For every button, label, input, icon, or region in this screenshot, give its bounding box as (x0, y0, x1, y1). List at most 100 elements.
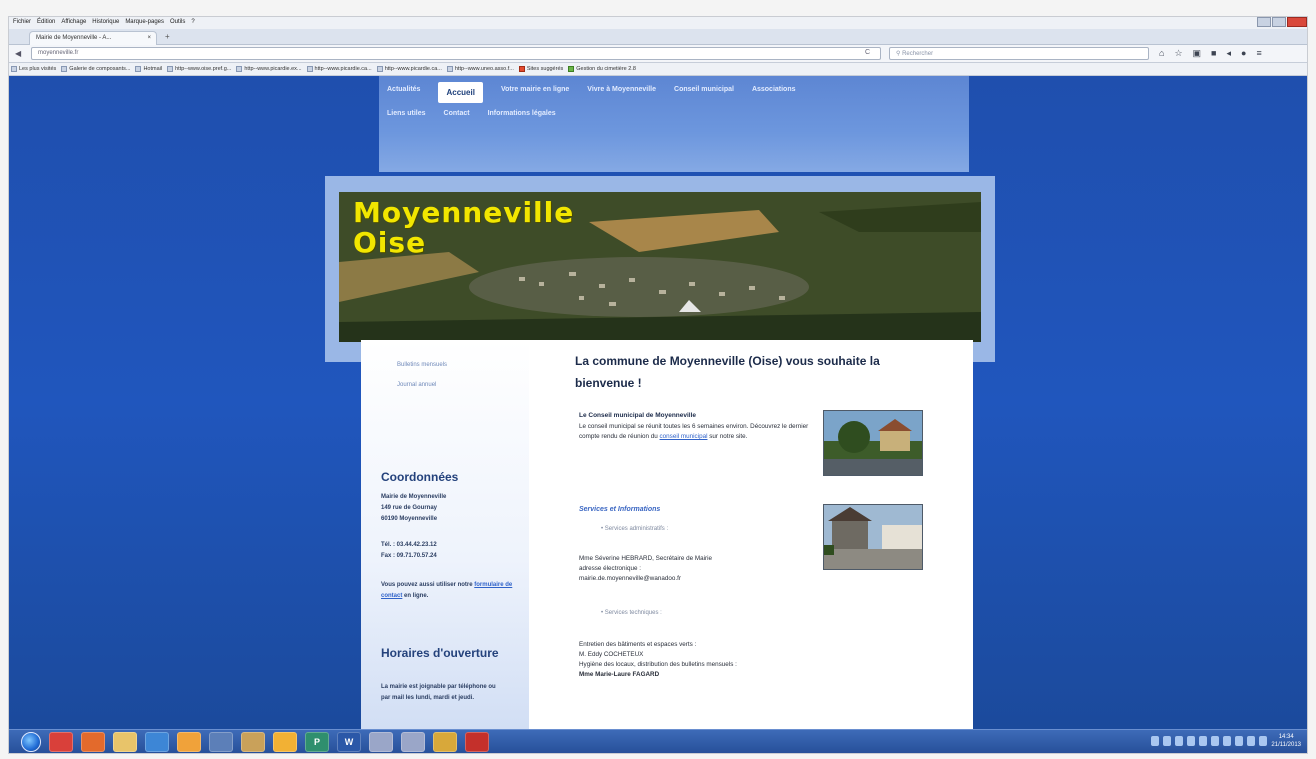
bookmark-label: Galerie de composants... (69, 66, 131, 72)
ie-icon[interactable] (145, 732, 169, 752)
bookmark-item[interactable]: Sites suggérés (518, 66, 563, 72)
bookmark-item[interactable]: http--www.oise.pref.g... (167, 66, 231, 72)
app-icon[interactable] (433, 732, 457, 752)
folder-icon[interactable] (113, 732, 137, 752)
chat-icon[interactable]: ● (1241, 48, 1246, 59)
calc-icon[interactable] (209, 732, 233, 752)
tray-icon[interactable] (1247, 736, 1255, 746)
sidebar-link-bulletins[interactable]: Bulletins mensuels (397, 362, 447, 368)
tray-icon[interactable] (1151, 736, 1159, 746)
disc-icon[interactable] (369, 732, 393, 752)
bookmark-label: http--www.picardie.ca... (384, 66, 442, 72)
suggested-sites-icon (518, 66, 525, 72)
bookmark-label: http--www.picardie.ca... (314, 66, 372, 72)
system-clock[interactable]: 14:34 21/11/2013 (1271, 733, 1301, 749)
bookmark-label: http--www.oise.pref.g... (175, 66, 232, 72)
publisher-icon[interactable]: P (305, 732, 329, 752)
tray-icon[interactable] (1187, 736, 1195, 746)
nav-contact[interactable]: Contact (444, 110, 470, 117)
bookmark-page-icon (376, 66, 383, 72)
back-arrow-icon[interactable]: ◀ (15, 49, 21, 58)
firefox-icon[interactable] (81, 732, 105, 752)
tray-icon[interactable] (1211, 736, 1219, 746)
menu-fichier[interactable]: Fichier (13, 19, 31, 27)
technical-staff-info: Entretien des bâtiments et espaces verts… (579, 640, 879, 680)
sidebar-link-journal[interactable]: Journal annuel (397, 382, 436, 388)
tab-mairie[interactable]: Mairie de Moyenneville - A... × (29, 31, 157, 45)
bookmark-item[interactable]: Hotmail (135, 66, 162, 72)
close-window-button[interactable] (1287, 17, 1307, 27)
nav-liens-utiles[interactable]: Liens utiles (387, 110, 426, 117)
nav-row-2: Liens utiles Contact Informations légale… (387, 110, 556, 117)
maintenance-label: Entretien des bâtiments et espaces verts… (579, 641, 697, 648)
menu-outils[interactable]: Outils (170, 19, 185, 27)
tray-icon[interactable] (1199, 736, 1207, 746)
acrobat-icon[interactable] (465, 732, 489, 752)
maintenance-person: M. Eddy COCHETEUX (579, 651, 644, 658)
bookmark-label: http--www.picardie.ex... (244, 66, 302, 72)
reload-icon[interactable]: C (865, 49, 870, 56)
send-icon[interactable]: ◂ (1226, 48, 1231, 59)
nav-informations-legales[interactable]: Informations légales (488, 110, 556, 117)
nav-accueil-active[interactable]: Accueil (438, 82, 483, 103)
tray-icon[interactable] (1175, 736, 1183, 746)
clipboard-icon[interactable]: ▣ (1193, 48, 1202, 59)
services-tech-item: • Services techniques : (601, 610, 662, 616)
tray-icon[interactable] (1163, 736, 1171, 746)
services-heading[interactable]: Services et Informations (579, 506, 660, 513)
bookmark-item[interactable]: http--www.picardie.ex... (236, 66, 302, 72)
tab-close-icon[interactable]: × (147, 35, 151, 41)
bookmark-item[interactable]: http--www.uneo.asso.f... (446, 66, 514, 72)
nav-vivre[interactable]: Vivre à Moyenneville (587, 86, 656, 103)
menu-historique[interactable]: Historique (92, 19, 119, 27)
bookmark-item[interactable]: Galerie de composants... (61, 66, 130, 72)
search-input[interactable]: ⚲ Rechercher (889, 47, 1149, 60)
chrome-icon[interactable] (49, 732, 73, 752)
secretary-name: Mme Séverine HEBRARD, Secrétaire de Mair… (579, 555, 712, 562)
start-button[interactable] (21, 732, 41, 752)
new-tab-button[interactable]: + (165, 32, 170, 41)
home-icon[interactable]: ⌂ (1159, 48, 1164, 59)
bookmark-item[interactable]: http--www.picardie.ca... (306, 66, 372, 72)
council-text: Le conseil municipal se réunit toutes le… (579, 422, 811, 442)
opening-hours-heading: Horaires d'ouverture (381, 646, 499, 660)
hygiene-label: Hygiène des locaux, distribution des bul… (579, 661, 737, 668)
page-content: Bulletins mensuels Journal annuel Coordo… (361, 340, 973, 729)
menu-affichage[interactable]: Affichage (61, 19, 86, 27)
fax-number: Fax : 09.71.70.57.24 (381, 553, 437, 559)
nav-associations[interactable]: Associations (752, 86, 796, 103)
tray-icon[interactable] (1223, 736, 1231, 746)
council-link[interactable]: conseil municipal (660, 433, 708, 440)
menu-aide[interactable]: ? (191, 19, 194, 27)
bookmark-star-icon[interactable]: ☆ (1174, 48, 1182, 59)
address-line: Mairie de Moyenneville (381, 494, 447, 500)
banner-frame: Moyenneville Oise (325, 176, 995, 362)
bookmark-page-icon (61, 66, 68, 72)
paint-icon[interactable] (241, 732, 265, 752)
nav-actualites[interactable]: Actualités (387, 86, 420, 103)
media-icon[interactable] (177, 732, 201, 752)
minimize-button[interactable] (1257, 17, 1271, 27)
bookmark-item[interactable]: Gestion du cimetière 2.8 (568, 66, 636, 72)
word-icon[interactable]: W (337, 732, 361, 752)
menu-marque-pages[interactable]: Marque-pages (125, 19, 164, 27)
tray-icon[interactable] (1259, 736, 1267, 746)
secretary-info: Mme Séverine HEBRARD, Secrétaire de Mair… (579, 554, 819, 584)
url-bar[interactable]: moyenneville.fr (31, 47, 881, 60)
bookmark-item[interactable]: Les plus visités (11, 66, 56, 72)
bookmark-item[interactable]: http--www.picardie.ca... (376, 66, 442, 72)
bookmark-label: Les plus visités (19, 66, 57, 72)
tray-icon[interactable] (1235, 736, 1243, 746)
nav-row-1: Actualités Accueil Votre mairie en ligne… (387, 82, 796, 103)
nav-conseil[interactable]: Conseil municipal (674, 86, 734, 103)
clock-date: 21/11/2013 (1271, 742, 1301, 748)
menu-hamburger-icon[interactable]: ≡ (1256, 48, 1261, 59)
system-tray (1151, 736, 1267, 746)
menu-edition[interactable]: Édition (37, 19, 55, 27)
photographed-screen: Fichier Édition Affichage Historique Mar… (8, 16, 1308, 754)
disc-icon[interactable] (401, 732, 425, 752)
pocket-icon[interactable]: ■ (1211, 48, 1216, 59)
pdf-icon[interactable] (273, 732, 297, 752)
maximize-button[interactable] (1272, 17, 1286, 27)
nav-votre-mairie[interactable]: Votre mairie en ligne (501, 86, 569, 103)
